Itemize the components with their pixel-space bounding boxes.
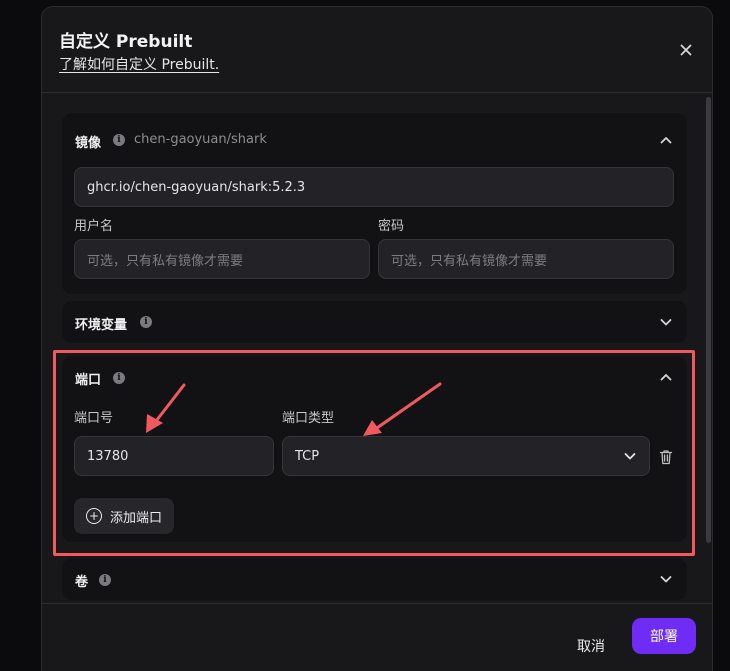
chevron-up-icon[interactable] [659,133,673,147]
username-label: 用户名 [74,219,114,234]
env-vars-section[interactable]: 环境变量 i [62,301,687,343]
image-input[interactable]: ghcr.io/chen-gaoyuan/shark:5.2.3 [74,167,674,207]
password-field[interactable]: 可选，只有私有镜像才需要 [378,239,674,279]
chevron-down-icon[interactable] [659,572,673,586]
image-section: 镜像 i chen-gaoyuan/shark ghcr.io/chen-gao… [62,113,687,294]
dialog-title: 自定义 Prebuilt [59,32,193,52]
image-section-title: 镜像 [75,136,102,151]
learn-more-link[interactable]: 了解如何自定义 Prebuilt. [59,54,219,74]
close-button[interactable] [676,40,696,60]
annotation-highlight-box [53,350,695,556]
dialog-header: 自定义 Prebuilt 了解如何自定义 Prebuilt. [42,7,712,93]
dialog-footer: 取消 部署 [42,603,712,671]
volume-title: 卷 [75,575,89,590]
chevron-down-icon[interactable] [659,315,673,329]
info-icon[interactable]: i [113,134,125,146]
username-field[interactable]: 可选，只有私有镜像才需要 [74,239,370,279]
customize-prebuilt-dialog: 自定义 Prebuilt 了解如何自定义 Prebuilt. 镜像 i chen… [41,6,713,671]
info-icon[interactable]: i [140,316,152,328]
env-vars-title: 环境变量 [75,318,128,333]
volume-section[interactable]: 卷 i [62,558,687,600]
scrollbar[interactable] [706,97,711,543]
info-icon[interactable]: i [99,574,111,586]
close-icon [680,44,692,56]
current-image-name: chen-gaoyuan/shark [134,132,267,147]
password-label: 密码 [378,219,405,234]
deploy-button[interactable]: 部署 [632,618,696,654]
cancel-button[interactable]: 取消 [577,636,605,656]
